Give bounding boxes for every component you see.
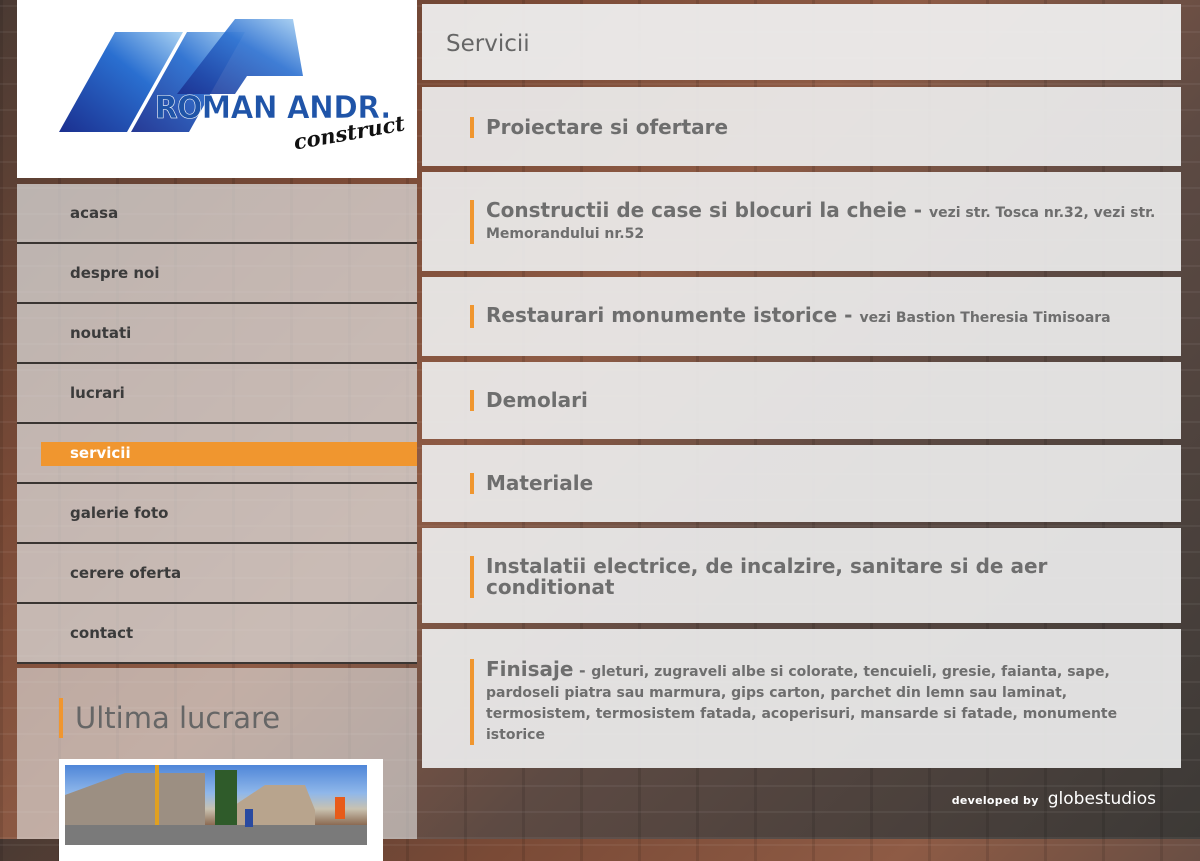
service-item[interactable]: Instalatii electrice, de incalzire, sani… [422, 528, 1181, 623]
nav-item-galerie-foto[interactable]: galerie foto [17, 484, 417, 544]
latest-work-photo[interactable] [59, 759, 383, 861]
main-nav: acasa despre noi noutati lucrari servici… [17, 184, 417, 664]
service-item[interactable]: Constructii de case si blocuri la cheie … [422, 172, 1181, 271]
service-item[interactable]: Materiale [422, 445, 1181, 522]
nav-item-acasa[interactable]: acasa [17, 184, 417, 244]
service-title: Materiale [486, 471, 594, 495]
service-title: Finisaje [486, 657, 574, 681]
service-content: Materiale [470, 473, 1157, 494]
service-content: Restaurari monumente istorice - vezi Bas… [470, 305, 1157, 328]
service-item[interactable]: Demolari [422, 362, 1181, 439]
nav-item-cerere-oferta[interactable]: cerere oferta [17, 544, 417, 604]
nav-item-label: noutati [70, 324, 132, 342]
latest-work-panel: Ultima lucrare [17, 668, 417, 861]
developed-by-label: developed by [951, 794, 1039, 807]
nav-item-contact[interactable]: contact [17, 604, 417, 664]
latest-work-image [65, 765, 367, 845]
nav-item-servicii[interactable]: servicii [17, 424, 417, 484]
nav-item-label: contact [70, 624, 134, 642]
nav-item-noutati[interactable]: noutati [17, 304, 417, 364]
nav-item-label: acasa [70, 204, 119, 222]
service-title: Instalatii electrice, de incalzire, sani… [486, 554, 1048, 599]
service-title: Demolari [486, 388, 588, 412]
nav-item-label: despre noi [70, 264, 160, 282]
page-title: Servicii [446, 31, 530, 57]
latest-work-title: Ultima lucrare [59, 698, 280, 738]
service-title: Proiectare si ofertare [486, 115, 729, 139]
service-content: Demolari [470, 390, 1157, 411]
nav-item-label: cerere oferta [70, 564, 182, 582]
developer-brand: globestudios [1047, 789, 1156, 809]
service-item[interactable]: Proiectare si ofertare [422, 87, 1181, 166]
service-content: Instalatii electrice, de incalzire, sani… [470, 556, 1157, 598]
service-title: Constructii de case si blocuri la cheie [486, 198, 907, 222]
nav-item-lucrari[interactable]: lucrari [17, 364, 417, 424]
nav-item-label: galerie foto [70, 504, 169, 522]
service-item[interactable]: Restaurari monumente istorice - vezi Bas… [422, 277, 1181, 356]
logo[interactable]: ROMAN ANDR. construct [17, 0, 417, 178]
nav-item-label: servicii [70, 444, 131, 462]
page-header: Servicii [422, 4, 1181, 80]
service-content: Proiectare si ofertare [470, 117, 1157, 138]
construction-photo-icon [65, 765, 367, 845]
service-content: Finisaje - gleturi, zugraveli albe si co… [470, 659, 1157, 745]
nav-item-label: lucrari [70, 384, 125, 402]
service-detail: vezi Bastion Theresia Timisoara [859, 310, 1111, 326]
service-item[interactable]: Finisaje - gleturi, zugraveli albe si co… [422, 629, 1181, 768]
nav-item-despre-noi[interactable]: despre noi [17, 244, 417, 304]
service-content: Constructii de case si blocuri la cheie … [470, 200, 1157, 244]
footer-credit[interactable]: developed by globestudios [952, 789, 1156, 809]
service-title: Restaurari monumente istorice [486, 303, 838, 327]
